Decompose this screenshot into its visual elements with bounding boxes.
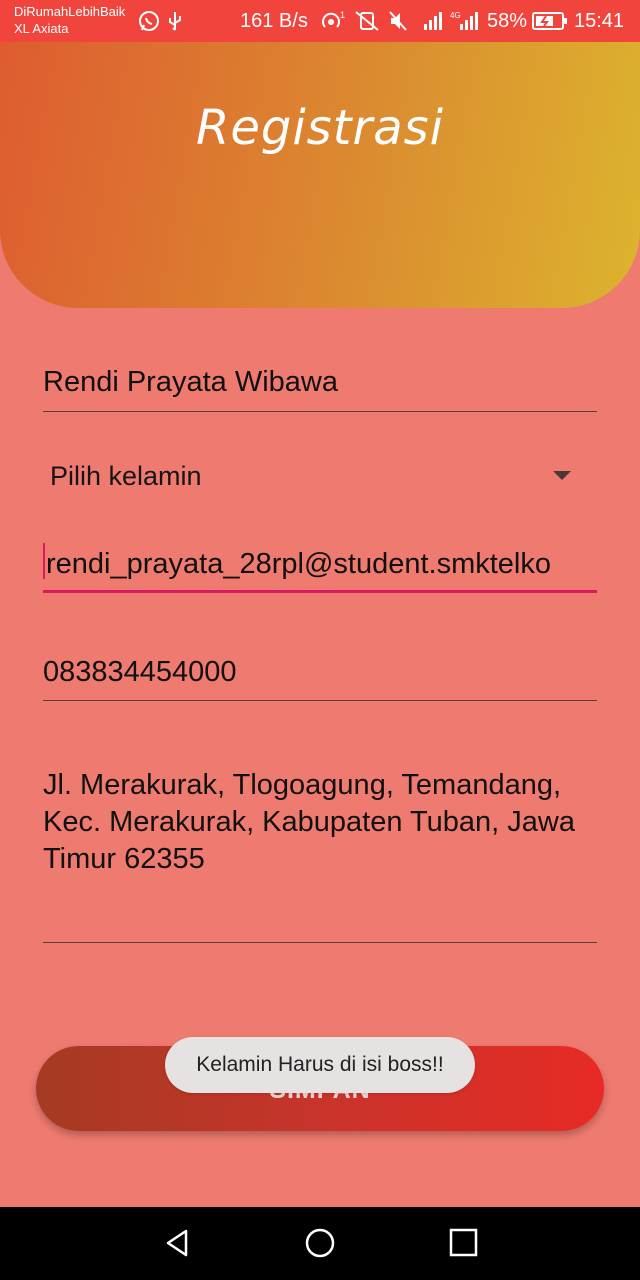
gender-dropdown[interactable]: Pilih kelamin [43,452,597,502]
header-banner: Registrasi [0,42,640,308]
battery-icon [532,10,568,37]
navigation-bar [0,1207,640,1280]
carrier-line1: DiRumahLebihBaik [14,4,126,19]
email-field[interactable]: rendi_prayata_28rpl@student.smktelko [43,543,597,593]
phone-value: 083834454000 [43,656,237,688]
email-value: rendi_prayata_28rpl@student.smktelko [46,548,551,580]
battery-percentage: 58% [487,10,528,32]
whatsapp-icon [138,10,160,37]
dropdown-arrow-icon [553,471,571,480]
usb-icon [166,10,184,37]
toast-message: Kelamin Harus di isi boss!! [165,1037,475,1093]
hotspot-icon: 1 [320,10,346,37]
address-field[interactable]: Jl. Merakurak, Tlogoagung, Temandang, Ke… [43,767,597,943]
signal-icon [422,10,446,37]
vibrate-off-icon [354,10,380,37]
text-cursor [43,543,45,579]
back-icon[interactable] [162,1227,194,1264]
signal-4g-icon: 4G [450,10,482,37]
gender-placeholder: Pilih kelamin [50,461,202,491]
phone-field[interactable]: 083834454000 [43,656,597,701]
svg-text:4G: 4G [450,11,461,20]
clock: 15:41 [574,10,625,32]
carrier-line2: XL Axiata [14,21,69,36]
page-title: Registrasi [195,100,444,156]
svg-text:1: 1 [340,10,345,20]
network-speed: 161 B/s [240,10,308,32]
home-icon[interactable] [304,1227,336,1264]
name-field[interactable]: Rendi Prayata Wibawa [43,366,597,412]
mute-icon [388,10,408,37]
carrier-info: DiRumahLebihBaik XL Axiata [14,3,125,37]
status-bar: DiRumahLebihBaik XL Axiata 161 B/s 1 4G … [0,0,640,42]
name-value: Rendi Prayata Wibawa [43,366,338,398]
address-value: Jl. Merakurak, Tlogoagung, Temandang, Ke… [43,769,575,875]
recents-icon[interactable] [448,1227,480,1264]
